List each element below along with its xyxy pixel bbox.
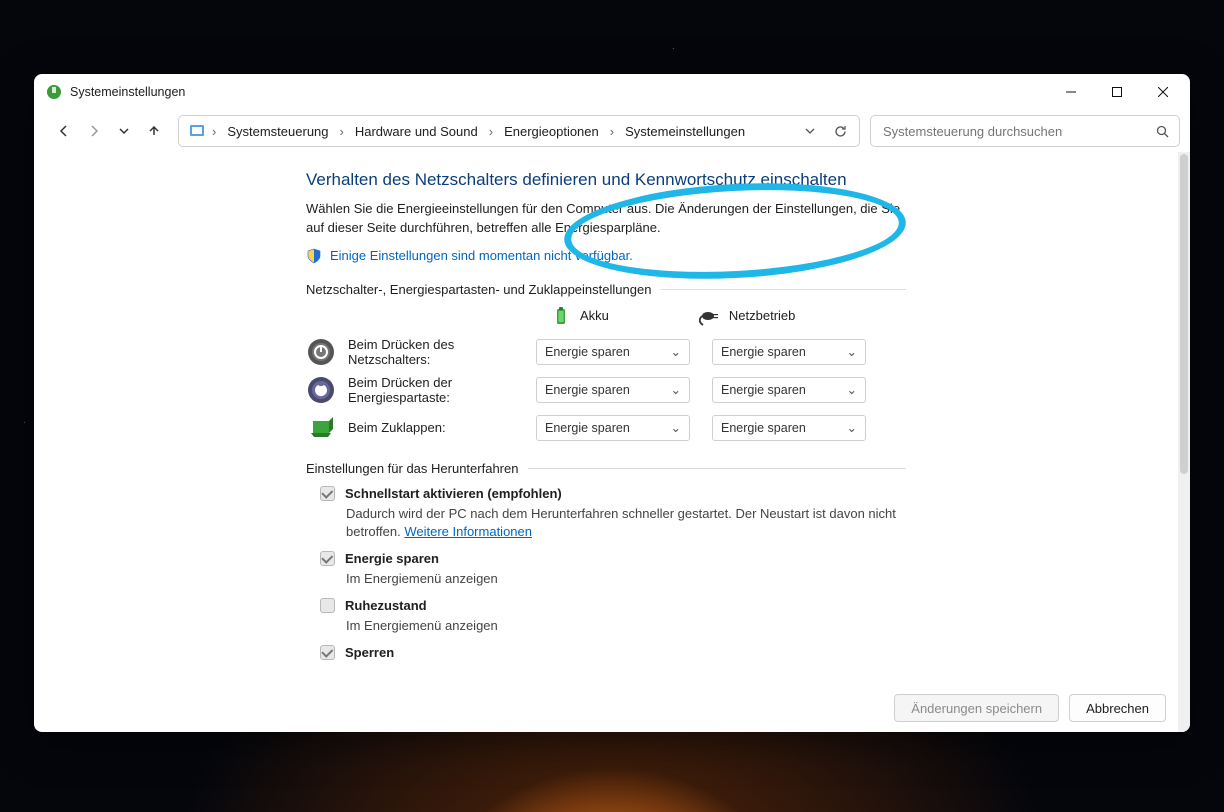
admin-unlock-text[interactable]: Einige Einstellungen sind momentan nicht… (330, 248, 633, 263)
admin-unlock-link[interactable]: Einige Einstellungen sind momentan nicht… (306, 248, 906, 264)
breadcrumb-item[interactable]: Systemeinstellungen (621, 122, 749, 141)
checkbox[interactable] (320, 486, 335, 501)
option-row-lid-close: Beim Zuklappen: Energie sparen⌄ Energie … (306, 413, 906, 443)
footer-buttons: Änderungen speichern Abbrechen (894, 694, 1166, 722)
checkbox-label: Energie sparen (345, 551, 439, 566)
search-icon (1156, 125, 1169, 138)
battery-icon (550, 305, 572, 327)
dropdown-sleep-plugged[interactable]: Energie sparen⌄ (712, 377, 866, 403)
dropdown-power-battery[interactable]: Energie sparen⌄ (536, 339, 690, 365)
search-box[interactable] (870, 115, 1180, 147)
item-description: Im Energiemenü anzeigen (346, 570, 906, 588)
checkbox-label: Schnellstart aktivieren (empfohlen) (345, 486, 562, 501)
address-dropdown-button[interactable] (797, 118, 823, 144)
shutdown-item-lock: Sperren (320, 645, 906, 660)
row-label: Beim Drücken des Netzschalters: (348, 337, 524, 367)
shield-icon (306, 248, 322, 264)
section-header: Einstellungen für das Herunterfahren (306, 461, 906, 476)
chevron-down-icon: ⌄ (847, 344, 857, 359)
shutdown-item-faststart: Schnellstart aktivieren (empfohlen) Dadu… (320, 486, 906, 541)
titlebar: Systemeinstellungen (34, 74, 1190, 110)
up-button[interactable] (140, 117, 168, 145)
power-button-icon (306, 337, 336, 367)
chevron-down-icon: ⌄ (671, 382, 681, 397)
scrollbar-thumb[interactable] (1180, 154, 1188, 474)
chevron-right-icon: › (337, 124, 347, 139)
checkbox[interactable] (320, 598, 335, 613)
row-label: Beim Zuklappen: (348, 420, 524, 435)
control-panel-window: Systemeinstellungen › Systemsteuerung › … (34, 74, 1190, 732)
dropdown-lid-battery[interactable]: Energie sparen⌄ (536, 415, 690, 441)
app-icon (46, 84, 62, 100)
chevron-right-icon: › (486, 124, 496, 139)
dropdown-sleep-battery[interactable]: Energie sparen⌄ (536, 377, 690, 403)
toolbar: › Systemsteuerung › Hardware und Sound ›… (34, 110, 1190, 152)
scrollbar[interactable] (1178, 152, 1190, 732)
breadcrumb-item[interactable]: Systemsteuerung (223, 122, 332, 141)
dropdown-lid-plugged[interactable]: Energie sparen⌄ (712, 415, 866, 441)
breadcrumb-item[interactable]: Hardware und Sound (351, 122, 482, 141)
page-intro: Wählen Sie die Energieeinstellungen für … (306, 200, 906, 238)
chevron-down-icon: ⌄ (671, 420, 681, 435)
option-row-power-button: Beim Drücken des Netzschalters: Energie … (306, 337, 906, 367)
laptop-lid-icon (306, 413, 336, 443)
save-button[interactable]: Änderungen speichern (894, 694, 1059, 722)
checkbox-label: Ruhezustand (345, 598, 427, 613)
maximize-button[interactable] (1094, 76, 1140, 108)
content-area: Verhalten des Netzschalters definieren u… (34, 152, 1190, 732)
dropdown-power-plugged[interactable]: Energie sparen⌄ (712, 339, 866, 365)
column-battery-label: Akku (580, 308, 609, 323)
minimize-button[interactable] (1048, 76, 1094, 108)
column-headers: Akku Netzbetrieb (306, 305, 906, 327)
shutdown-item-hibernate: Ruhezustand Im Energiemenü anzeigen (320, 598, 906, 635)
page-title: Verhalten des Netzschalters definieren u… (306, 170, 906, 190)
item-description: Im Energiemenü anzeigen (346, 617, 906, 635)
forward-button[interactable] (80, 117, 108, 145)
checkbox[interactable] (320, 551, 335, 566)
checkbox[interactable] (320, 645, 335, 660)
chevron-right-icon: › (607, 124, 617, 139)
close-button[interactable] (1140, 76, 1186, 108)
window-title: Systemeinstellungen (70, 85, 185, 99)
recent-locations-button[interactable] (110, 117, 138, 145)
section-header: Netzschalter-, Energiespartasten- und Zu… (306, 282, 906, 297)
shutdown-item-sleep: Energie sparen Im Energiemenü anzeigen (320, 551, 906, 588)
more-info-link[interactable]: Weitere Informationen (404, 524, 532, 539)
chevron-down-icon: ⌄ (671, 344, 681, 359)
address-bar[interactable]: › Systemsteuerung › Hardware und Sound ›… (178, 115, 860, 147)
option-row-sleep-button: Beim Drücken der Energiespartaste: Energ… (306, 375, 906, 405)
back-button[interactable] (50, 117, 78, 145)
section-title: Netzschalter-, Energiespartasten- und Zu… (306, 282, 651, 297)
plug-icon (699, 305, 721, 327)
section-title: Einstellungen für das Herunterfahren (306, 461, 518, 476)
cancel-button[interactable]: Abbrechen (1069, 694, 1166, 722)
checkbox-label: Sperren (345, 645, 394, 660)
search-input[interactable] (881, 123, 1156, 140)
chevron-down-icon: ⌄ (847, 420, 857, 435)
column-plugged-label: Netzbetrieb (729, 308, 795, 323)
item-description: Dadurch wird der PC nach dem Herunterfah… (346, 505, 906, 541)
row-label: Beim Drücken der Energiespartaste: (348, 375, 524, 405)
chevron-right-icon: › (209, 124, 219, 139)
sleep-button-icon (306, 375, 336, 405)
chevron-down-icon: ⌄ (847, 382, 857, 397)
refresh-button[interactable] (827, 118, 853, 144)
shutdown-settings-list: Schnellstart aktivieren (empfohlen) Dadu… (320, 486, 906, 661)
control-panel-icon (189, 123, 205, 139)
breadcrumb-item[interactable]: Energieoptionen (500, 122, 603, 141)
